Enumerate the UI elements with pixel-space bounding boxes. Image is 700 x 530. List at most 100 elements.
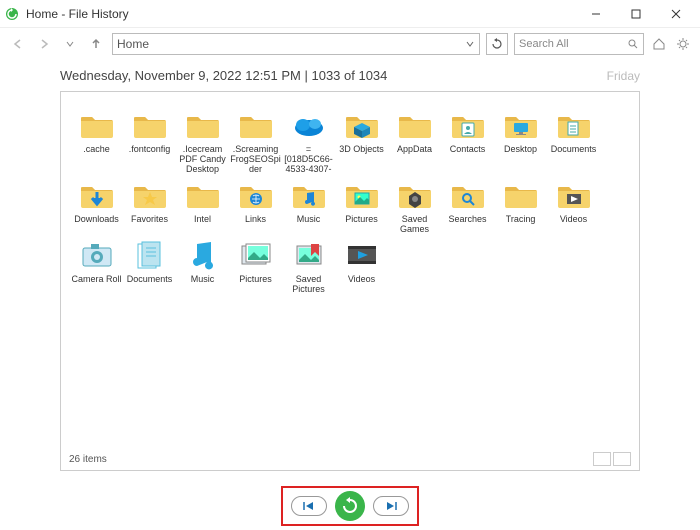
file-item-label: 3D Objects: [339, 144, 384, 154]
forward-button[interactable]: [34, 34, 54, 54]
file-item[interactable]: Documents: [124, 236, 175, 294]
music-folder-icon: [289, 176, 329, 214]
toolbar: Home Search All: [0, 28, 700, 60]
window-title: Home - File History: [26, 7, 129, 21]
3d-icon: [342, 106, 382, 144]
file-item-label: Music: [191, 274, 215, 284]
onedrive-icon: [289, 106, 329, 144]
file-item[interactable]: Desktop: [495, 106, 546, 174]
file-item-label: Links: [245, 214, 266, 224]
file-item[interactable]: Music: [283, 176, 334, 234]
file-item-label: Downloads: [74, 214, 119, 224]
address-text: Home: [117, 37, 149, 51]
favorites-icon: [130, 176, 170, 214]
file-item-label: Pictures: [345, 214, 378, 224]
up-button[interactable]: [86, 34, 106, 54]
desktop-icon: [501, 106, 541, 144]
file-grid: .cache .fontconfig .Icecream PDF Candy Des…: [71, 106, 629, 294]
file-item[interactable]: Saved Games: [389, 176, 440, 234]
window-controls: [576, 0, 696, 28]
next-version-button[interactable]: [373, 496, 409, 516]
file-item[interactable]: Documents: [548, 106, 599, 174]
controls-row: [0, 486, 700, 526]
back-button[interactable]: [8, 34, 28, 54]
file-item-label: Intel: [194, 214, 211, 224]
file-item-label: Camera Roll: [71, 274, 121, 284]
file-item-label: .Screaming FrogSEOSpider: [230, 144, 281, 174]
timestamp-label: Wednesday, November 9, 2022 12:51 PM | 1…: [60, 68, 387, 83]
camera-icon: [77, 236, 117, 274]
icons-view-button[interactable]: [613, 452, 631, 466]
file-item-label: Music: [297, 214, 321, 224]
file-item[interactable]: .cache: [71, 106, 122, 174]
file-item[interactable]: AppData: [389, 106, 440, 174]
videos-lib-icon: [342, 236, 382, 274]
app-icon: [4, 6, 20, 22]
file-item-label: Tracing: [506, 214, 536, 224]
dropdown-history-button[interactable]: [60, 34, 80, 54]
file-item[interactable]: 3D Objects: [336, 106, 387, 174]
search-input[interactable]: Search All: [514, 33, 644, 55]
file-item-label: .Icecream PDF Candy Desktop: [177, 144, 228, 174]
doc-lib-icon: [130, 236, 170, 274]
file-canvas: .cache .fontconfig .Icecream PDF Candy Des…: [60, 91, 640, 471]
close-button[interactable]: [656, 0, 696, 28]
controls-highlight: [281, 486, 419, 526]
folder-icon: [395, 106, 435, 144]
details-view-button[interactable]: [593, 452, 611, 466]
file-item[interactable]: Music: [177, 236, 228, 294]
file-item[interactable]: .Icecream PDF Candy Desktop: [177, 106, 228, 174]
music-lib-icon: [183, 236, 223, 274]
file-item[interactable]: Favorites: [124, 176, 175, 234]
file-item-label: Documents: [551, 144, 597, 154]
links-icon: [236, 176, 276, 214]
search-placeholder: Search All: [519, 38, 569, 50]
file-item-label: Videos: [560, 214, 587, 224]
item-count: 26 items: [69, 454, 107, 465]
next-day-label: Friday: [607, 69, 640, 83]
folder-icon: [183, 176, 223, 214]
gear-icon[interactable]: [674, 35, 692, 53]
saved-pic-icon: [289, 236, 329, 274]
status-bar: 26 items: [69, 452, 631, 466]
home-icon[interactable]: [650, 35, 668, 53]
file-item[interactable]: =[018D5C66-4533-4307-9B53-224DE2ED1F...: [283, 106, 334, 174]
file-item[interactable]: Links: [230, 176, 281, 234]
restore-button[interactable]: [335, 491, 365, 521]
view-toggles: [593, 452, 631, 466]
refresh-button[interactable]: [486, 33, 508, 55]
file-item[interactable]: Videos: [336, 236, 387, 294]
maximize-button[interactable]: [616, 0, 656, 28]
pictures-folder-icon: [342, 176, 382, 214]
previous-version-button[interactable]: [291, 496, 327, 516]
header-row: Wednesday, November 9, 2022 12:51 PM | 1…: [0, 60, 700, 87]
file-item[interactable]: Saved Pictures: [283, 236, 334, 294]
file-item[interactable]: Pictures: [336, 176, 387, 234]
file-item-label: Videos: [348, 274, 375, 284]
folder-icon: [501, 176, 541, 214]
file-item-label: .cache: [83, 144, 110, 154]
file-item-label: Searches: [448, 214, 486, 224]
file-item[interactable]: Tracing: [495, 176, 546, 234]
file-item[interactable]: Contacts: [442, 106, 493, 174]
file-item-label: Desktop: [504, 144, 537, 154]
file-item-label: Contacts: [450, 144, 486, 154]
downloads-icon: [77, 176, 117, 214]
file-item[interactable]: Searches: [442, 176, 493, 234]
file-item[interactable]: .fontconfig: [124, 106, 175, 174]
file-item[interactable]: Camera Roll: [71, 236, 122, 294]
folder-icon: [183, 106, 223, 144]
file-item-label: Saved Pictures: [283, 274, 334, 294]
file-item[interactable]: Pictures: [230, 236, 281, 294]
file-item[interactable]: Intel: [177, 176, 228, 234]
titlebar: Home - File History: [0, 0, 700, 28]
minimize-button[interactable]: [576, 0, 616, 28]
file-item-label: .fontconfig: [129, 144, 171, 154]
address-input[interactable]: Home: [112, 33, 480, 55]
chevron-down-icon[interactable]: [465, 39, 475, 49]
file-item-label: Saved Games: [389, 214, 440, 234]
file-item[interactable]: .Screaming FrogSEOSpider: [230, 106, 281, 174]
file-item[interactable]: Downloads: [71, 176, 122, 234]
file-item[interactable]: Videos: [548, 176, 599, 234]
search-icon: [627, 38, 639, 50]
